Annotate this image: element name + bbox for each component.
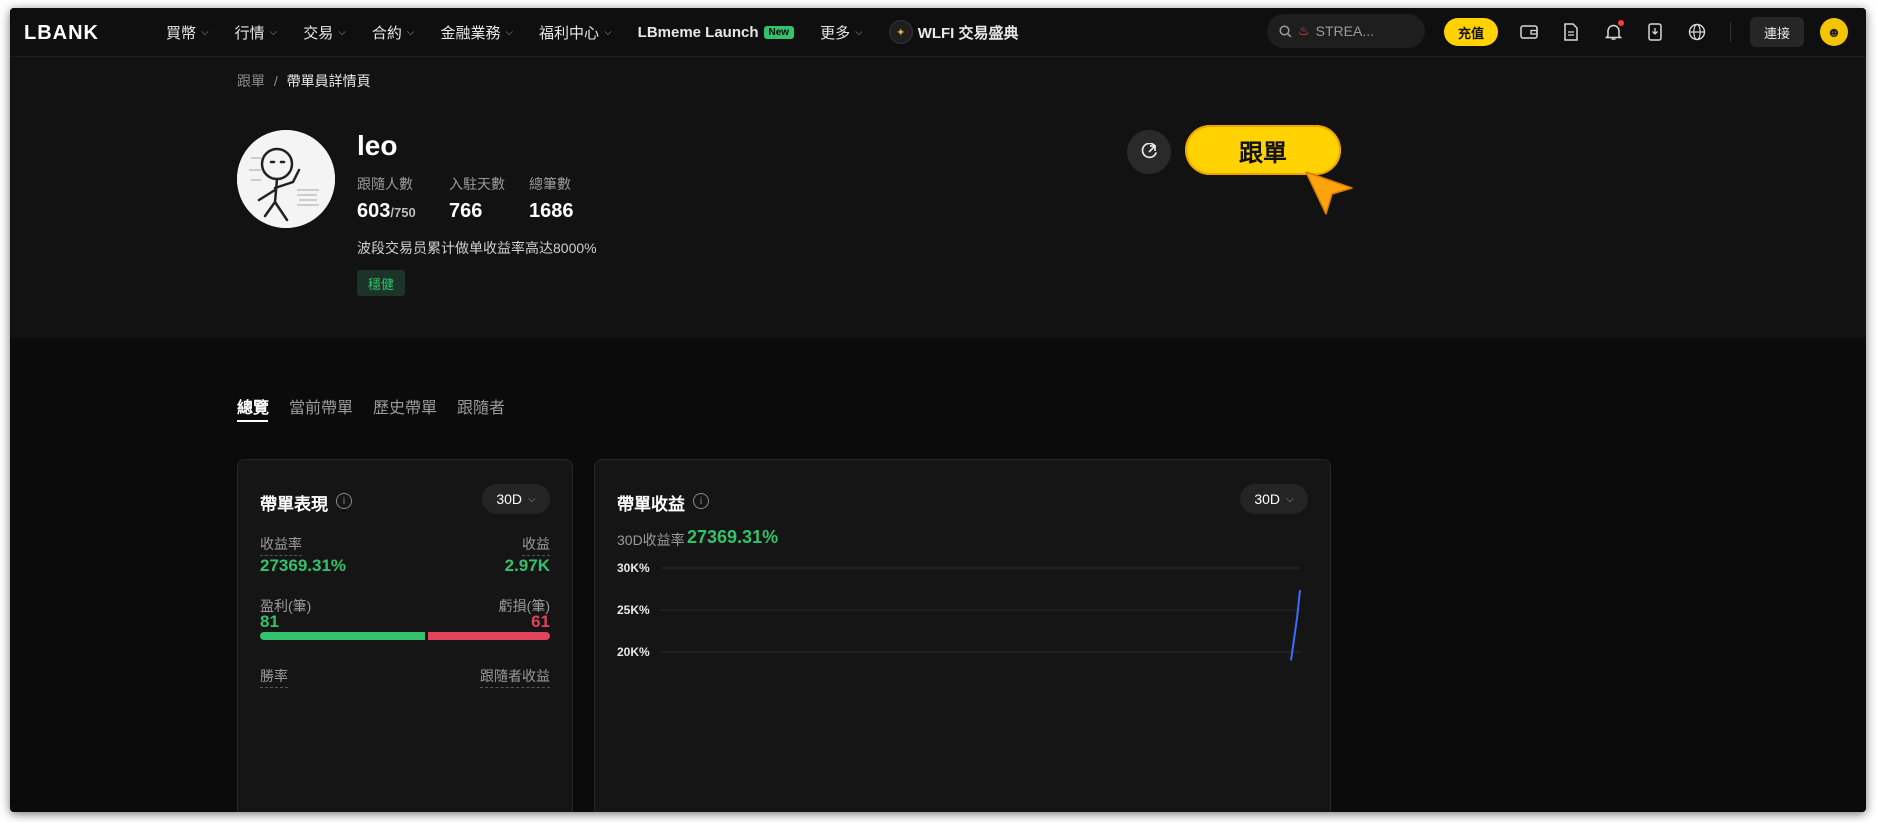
nav-label: 合約	[371, 24, 402, 42]
search-icon	[1279, 24, 1292, 38]
followers-count: 603	[357, 200, 391, 222]
nav-markets[interactable]: 行情 ⌵	[235, 22, 278, 43]
nav-buy-crypto[interactable]: 買幣 ⌵	[166, 22, 209, 43]
notification-dot	[1618, 20, 1624, 26]
trader-style-tag: 穩健	[357, 270, 406, 296]
win-rate-label: 勝率	[260, 666, 288, 688]
search-input[interactable]: ♨ STREA...	[1267, 14, 1425, 48]
tab-history-trades[interactable]: 歷史帶單	[373, 394, 437, 418]
stat-followers: 跟隨人數 603/750	[357, 174, 416, 223]
nav-finance[interactable]: 金融業務 ⌵	[440, 22, 513, 43]
stat-total-trades: 總筆數 1686	[529, 174, 574, 223]
earnings-line-chart: 30K% 25K% 20K%	[617, 561, 1301, 661]
followers-max: /750	[390, 205, 416, 220]
main-nav: 買幣 ⌵ 行情 ⌵ 交易 ⌵ 合約 ⌵ 金融業務 ⌵ 福利中心 ⌵ LBmeme Launc…	[166, 8, 1019, 56]
connect-wallet-button[interactable]: 連接	[1750, 17, 1804, 47]
chevron-down-icon: ⌵	[528, 493, 536, 505]
breadcrumb: 跟單 / 帶單員詳情頁	[237, 71, 371, 91]
stat-value: 603/750	[357, 200, 416, 223]
chevron-down-icon: ⌵	[269, 26, 278, 38]
globe-icon[interactable]	[1686, 21, 1708, 43]
y-tick-label: 30K%	[617, 561, 650, 575]
stat-label: 入駐天數	[449, 176, 505, 192]
trader-bio: 波段交易员累计做单收益率高达8000%	[357, 240, 597, 256]
share-icon	[1141, 143, 1157, 159]
orders-icon[interactable]	[1560, 21, 1582, 43]
y-tick-label: 25K%	[617, 603, 650, 617]
stat-label: 總筆數	[529, 176, 571, 192]
nav-label: 金融業務	[440, 24, 501, 42]
loss-segment	[428, 632, 550, 640]
pnl-label: 收益	[522, 534, 550, 556]
breadcrumb-separator: /	[273, 73, 278, 89]
chevron-down-icon: ⌵	[338, 26, 346, 38]
card-title: 帶單表現	[260, 495, 328, 514]
nav-more[interactable]: 更多 ⌵	[820, 22, 863, 43]
detail-tabs: 總覽 當前帶單 歷史帶單 跟隨者	[237, 394, 505, 418]
nav-label: 更多	[820, 24, 851, 42]
breadcrumb-current: 帶單員詳情頁	[286, 73, 371, 89]
period-select[interactable]: 30D ⌵	[482, 484, 550, 514]
new-badge: New	[763, 25, 795, 39]
nav-label: 交易	[303, 24, 334, 42]
trader-name: leo	[357, 130, 398, 161]
stat-value: 766	[449, 200, 483, 222]
win-segment	[260, 632, 425, 640]
active-tab-indicator	[237, 420, 268, 422]
win-loss-ratio-bar	[260, 632, 550, 640]
wallet-icon[interactable]	[1518, 21, 1540, 43]
nav-label: LBmeme Launch	[637, 23, 759, 41]
series-line	[1290, 589, 1301, 661]
bell-icon[interactable]	[1602, 20, 1624, 43]
tab-overview[interactable]: 總覽	[237, 394, 269, 418]
stat-days: 入駐天數 766	[449, 174, 505, 223]
nav-wlfi-event[interactable]: ✦ WLFI 交易盛典	[888, 20, 1019, 44]
info-icon[interactable]: i	[336, 493, 352, 509]
chevron-down-icon: ⌵	[604, 26, 612, 38]
tab-current-trades[interactable]: 當前帶單	[289, 394, 353, 418]
chevron-down-icon: ⌵	[505, 26, 514, 38]
earnings-card: 帶單收益 i 30D ⌵ 30D收益率 27369.31% 30K% 25K% 20K…	[594, 459, 1331, 812]
pnl-value: 2.97K	[504, 556, 550, 575]
win-trades-value: 81	[260, 612, 279, 631]
user-avatar-icon[interactable]: ☻	[1820, 18, 1848, 46]
chevron-down-icon: ⌵	[201, 26, 209, 38]
nav-lbmeme-launch[interactable]: LBmeme Launch New	[637, 23, 795, 41]
download-app-icon[interactable]	[1644, 21, 1666, 43]
nav-trade[interactable]: 交易 ⌵	[303, 22, 346, 43]
fire-icon: ♨	[1298, 23, 1310, 38]
performance-card: 帶單表現 i 30D ⌵ 收益率 收益 27369.31% 2.97K 盈利(筆)…	[237, 459, 573, 812]
period-value: 30D	[496, 491, 523, 507]
stat-label: 跟隨人數	[357, 176, 413, 192]
chevron-down-icon: ⌵	[855, 26, 863, 38]
pointer-cursor-icon	[1305, 171, 1353, 215]
roi-label: 收益率	[260, 534, 302, 556]
follower-pnl-label: 跟隨者收益	[480, 666, 550, 688]
chevron-down-icon: ⌵	[406, 26, 415, 38]
header-divider	[1730, 22, 1731, 42]
y-tick-label: 20K%	[617, 645, 650, 659]
lbank-logo[interactable]: LBANK	[24, 22, 99, 45]
eagle-icon: ✦	[888, 20, 913, 44]
roi-value: 27369.31%	[260, 556, 347, 575]
app-window: LBANK 買幣 ⌵ 行情 ⌵ 交易 ⌵ 合約 ⌵ 金融業務 ⌵ 福利中心 ⌵ LBmeme…	[10, 8, 1866, 812]
top-navigation-bar: LBANK 買幣 ⌵ 行情 ⌵ 交易 ⌵ 合約 ⌵ 金融業務 ⌵ 福利中心 ⌵ LBmeme…	[10, 8, 1866, 57]
nav-label: 買幣	[166, 24, 197, 42]
tab-followers[interactable]: 跟隨者	[457, 394, 505, 418]
nav-label: 行情	[234, 24, 265, 42]
nav-label: 福利中心	[539, 24, 600, 42]
deposit-button[interactable]: 充值	[1444, 18, 1498, 46]
search-placeholder: STREA...	[1315, 23, 1375, 39]
loss-trades-value: 61	[531, 612, 550, 631]
trader-avatar	[237, 130, 335, 228]
share-button[interactable]	[1127, 130, 1171, 174]
nav-rewards[interactable]: 福利中心 ⌵	[539, 22, 612, 43]
nav-label: WLFI 交易盛典	[917, 24, 1019, 42]
nav-futures[interactable]: 合約 ⌵	[372, 22, 415, 43]
stat-value: 1686	[529, 200, 574, 222]
breadcrumb-copy-trading[interactable]: 跟單	[237, 73, 265, 89]
